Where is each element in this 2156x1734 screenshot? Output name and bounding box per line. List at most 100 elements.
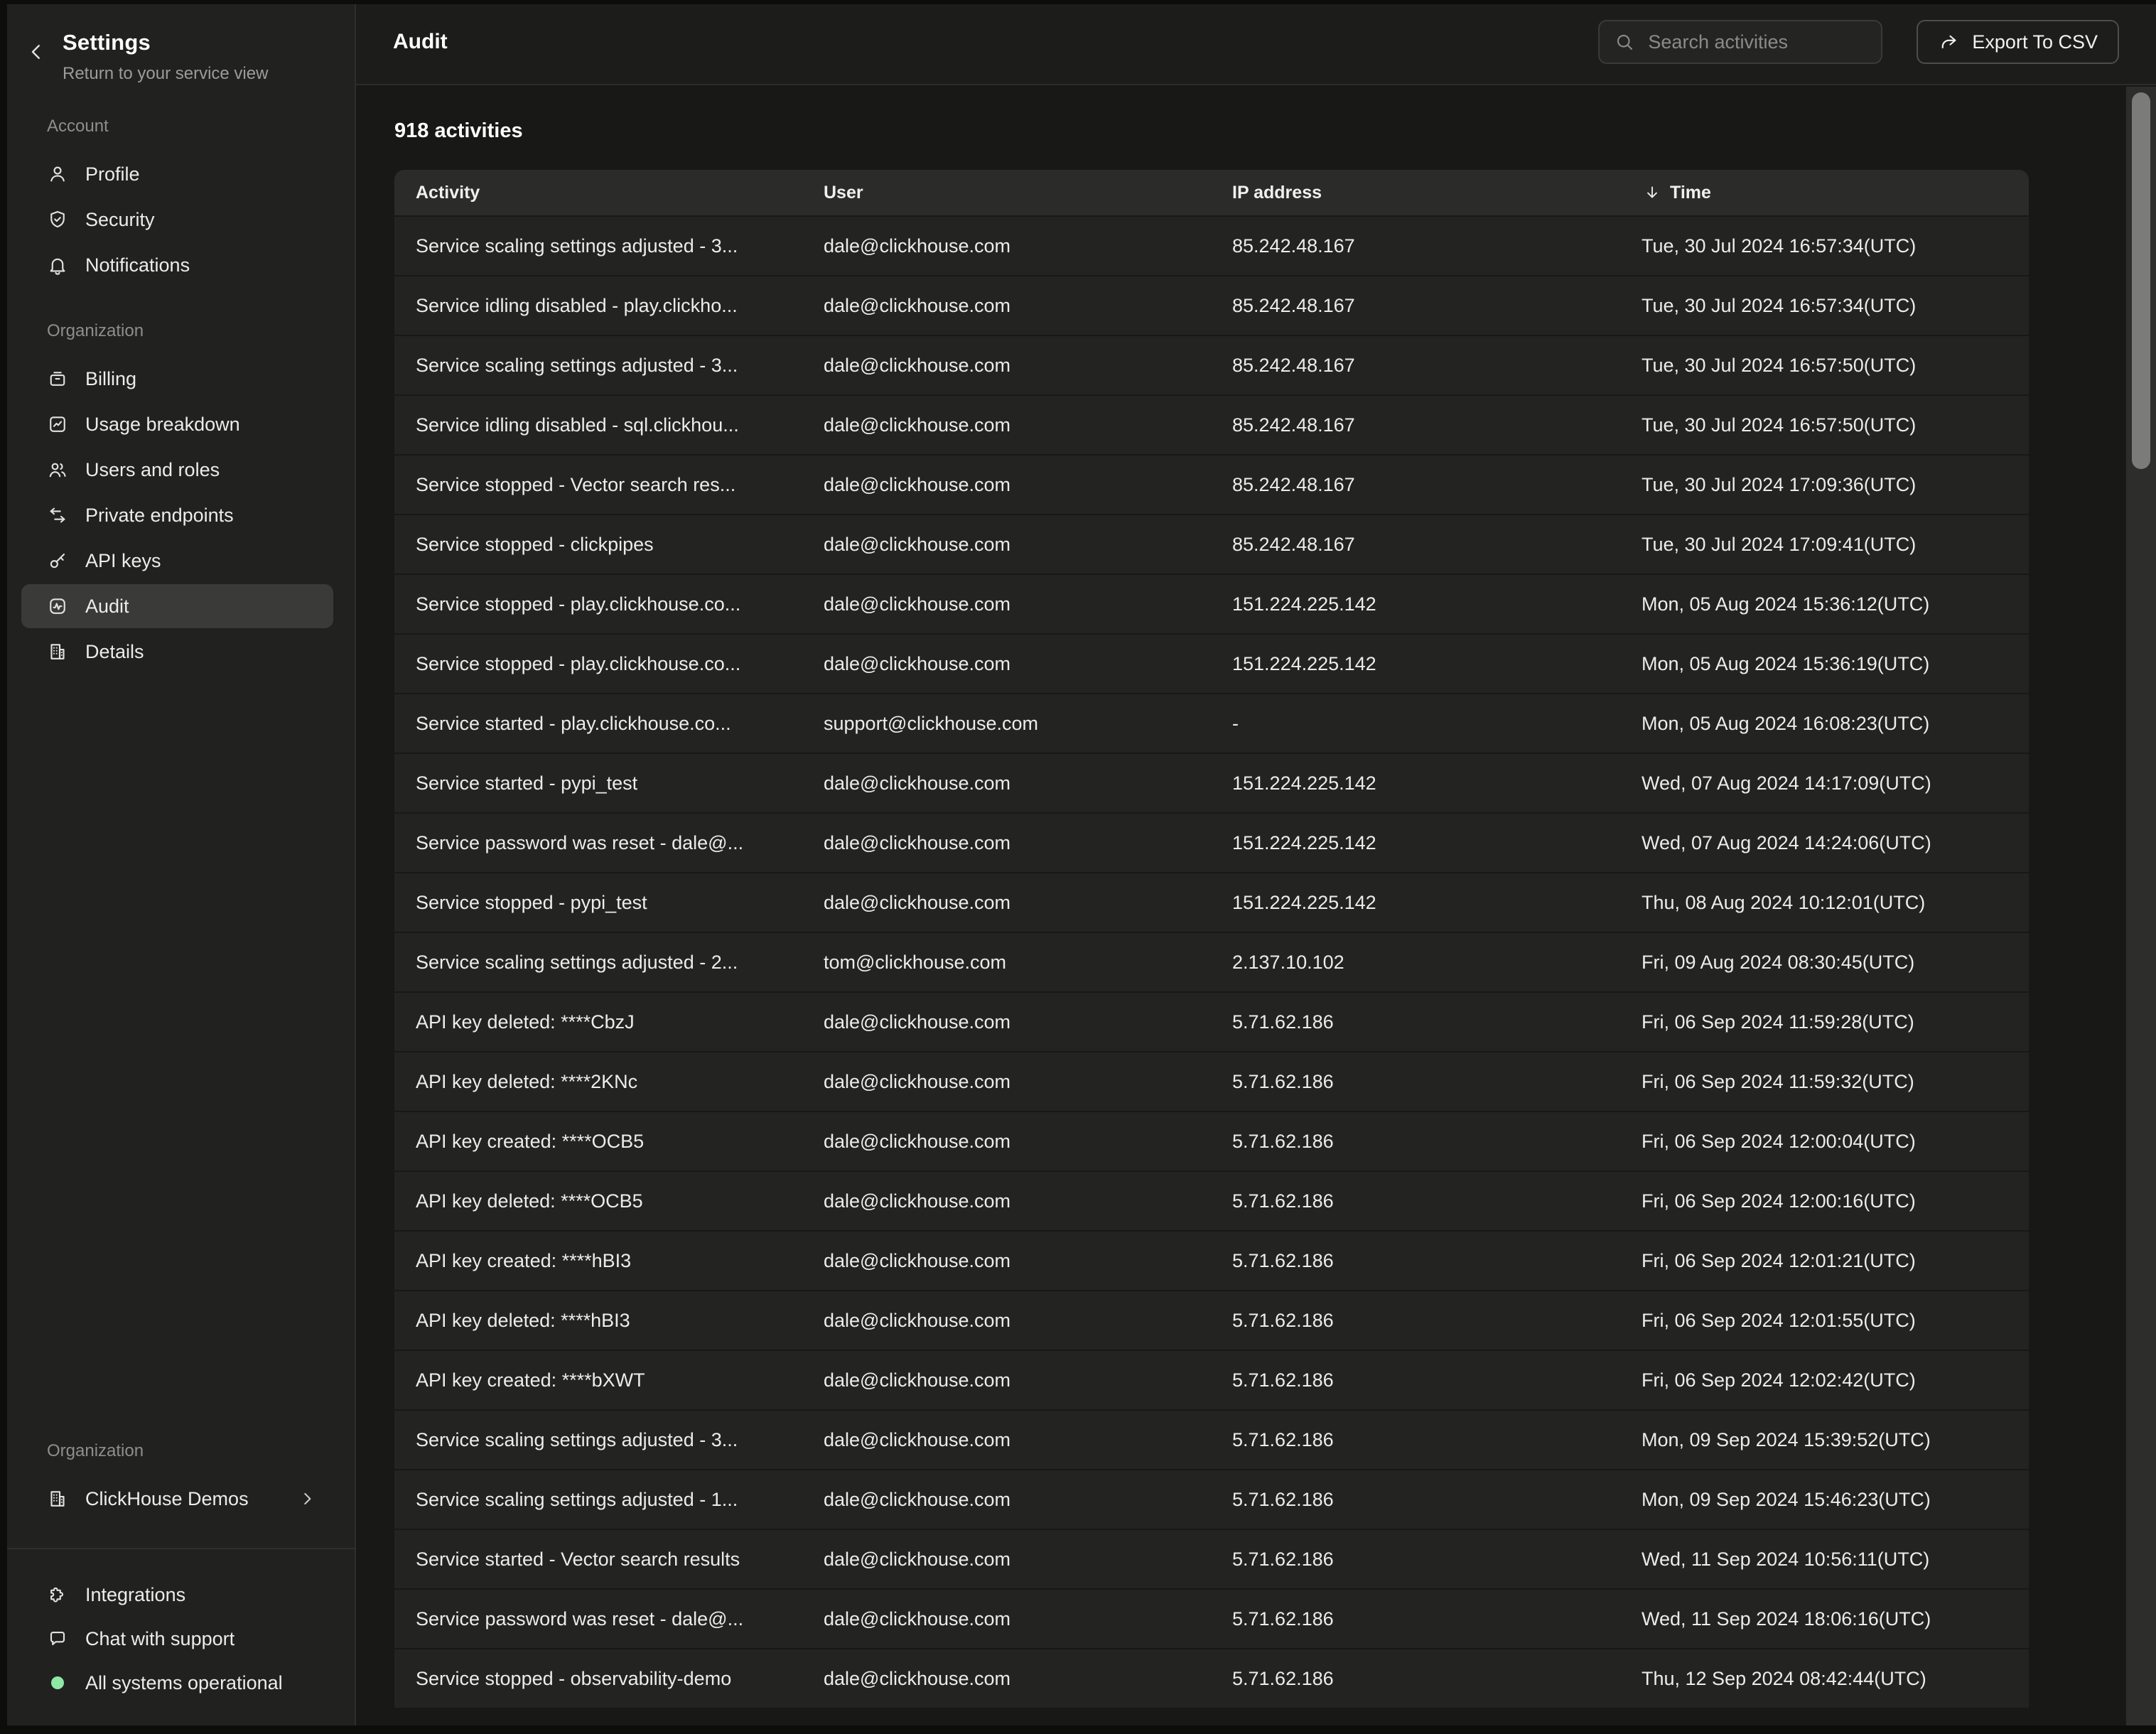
table-body: Service scaling settings adjusted - 3...…	[394, 215, 2029, 1708]
cell-ip-address: -	[1211, 713, 1620, 735]
sidebar-item-users-and-roles[interactable]: Users and roles	[21, 448, 333, 492]
cell-time: Mon, 09 Sep 2024 15:46:23(UTC)	[1620, 1489, 2029, 1511]
sidebar-item-audit[interactable]: Audit	[21, 584, 333, 628]
cell-user: dale@clickhouse.com	[802, 772, 1211, 795]
activities-count: 918 activities	[394, 119, 2156, 143]
table-row: API key deleted: ****hBI3 dale@clickhous…	[394, 1290, 2029, 1350]
cell-user: dale@clickhouse.com	[802, 1429, 1211, 1451]
cell-activity: Service stopped - clickpipes	[394, 534, 802, 556]
cell-user: dale@clickhouse.com	[802, 1250, 1211, 1272]
audit-table: Activity User IP address Time Service s	[394, 170, 2029, 1708]
sidebar-item-billing[interactable]: Billing	[21, 357, 333, 401]
cell-time: Fri, 06 Sep 2024 12:00:04(UTC)	[1620, 1131, 2029, 1153]
sidebar-item-profile[interactable]: Profile	[21, 152, 333, 196]
status-dot	[47, 1672, 68, 1693]
topbar-actions: Export To CSV	[1598, 20, 2119, 64]
sidebar-item-notifications[interactable]: Notifications	[21, 243, 333, 287]
table-row: Service scaling settings adjusted - 3...…	[394, 335, 2029, 394]
cell-user: dale@clickhouse.com	[802, 474, 1211, 496]
cell-ip-address: 5.71.62.186	[1211, 1131, 1620, 1153]
cell-ip-address: 5.71.62.186	[1211, 1011, 1620, 1033]
sidebar-item-clickhouse-demos[interactable]: ClickHouse Demos	[21, 1477, 333, 1521]
cell-ip-address: 151.224.225.142	[1211, 653, 1620, 675]
cell-user: dale@clickhouse.com	[802, 1369, 1211, 1391]
sidebar-item-label: Audit	[85, 596, 129, 618]
search-input[interactable]	[1648, 31, 1867, 53]
users-icon	[47, 459, 68, 480]
cell-time: Fri, 06 Sep 2024 12:01:55(UTC)	[1620, 1310, 2029, 1332]
sidebar-subtitle[interactable]: Return to your service view	[63, 64, 268, 84]
cell-time: Tue, 30 Jul 2024 16:57:50(UTC)	[1620, 414, 2029, 436]
sidebar-item-usage-breakdown[interactable]: Usage breakdown	[21, 402, 333, 446]
cell-time: Tue, 30 Jul 2024 17:09:36(UTC)	[1620, 474, 2029, 496]
system-status-row[interactable]: All systems operational	[21, 1662, 333, 1704]
cell-user: dale@clickhouse.com	[802, 534, 1211, 556]
cell-time: Fri, 06 Sep 2024 12:02:42(UTC)	[1620, 1369, 2029, 1391]
vertical-scrollbar[interactable]	[2126, 87, 2156, 1734]
sidebar-item-security[interactable]: Security	[21, 198, 333, 242]
page-title: Audit	[393, 30, 448, 54]
cell-activity: API key deleted: ****2KNc	[394, 1071, 802, 1093]
building-icon	[47, 1488, 68, 1509]
wallet-icon	[47, 368, 68, 389]
window-edge-top	[0, 0, 2156, 4]
sidebar-item-private-endpoints[interactable]: Private endpoints	[21, 493, 333, 537]
puzzle-icon	[47, 1584, 68, 1605]
cell-time: Tue, 30 Jul 2024 16:57:34(UTC)	[1620, 295, 2029, 317]
cell-ip-address: 151.224.225.142	[1211, 593, 1620, 615]
cell-time: Mon, 05 Aug 2024 16:08:23(UTC)	[1620, 713, 2029, 735]
column-header-user[interactable]: User	[802, 183, 1211, 203]
sidebar-item-details[interactable]: Details	[21, 630, 333, 674]
back-button[interactable]	[26, 41, 51, 67]
search-activities-box[interactable]	[1598, 20, 1882, 64]
export-csv-button[interactable]: Export To CSV	[1917, 20, 2119, 64]
cell-activity: Service started - play.clickhouse.co...	[394, 713, 802, 735]
chart-square-icon	[47, 414, 68, 435]
cell-time: Fri, 06 Sep 2024 12:01:21(UTC)	[1620, 1250, 2029, 1272]
table-row: Service idling disabled - sql.clickhou..…	[394, 394, 2029, 454]
table-row: Service started - pypi_test dale@clickho…	[394, 753, 2029, 812]
table-row: Service stopped - clickpipes dale@clickh…	[394, 514, 2029, 573]
cell-ip-address: 5.71.62.186	[1211, 1489, 1620, 1511]
status-label: All systems operational	[85, 1672, 283, 1694]
column-header-activity[interactable]: Activity	[394, 183, 802, 203]
search-icon	[1614, 31, 1635, 53]
cell-user: dale@clickhouse.com	[802, 892, 1211, 914]
cell-activity: Service started - Vector search results	[394, 1549, 802, 1571]
section-label-organization: Organization	[0, 321, 355, 341]
cell-time: Tue, 30 Jul 2024 16:57:34(UTC)	[1620, 235, 2029, 257]
sidebar-title: Settings	[63, 30, 268, 55]
scrollbar-thumb[interactable]	[2132, 92, 2150, 469]
export-csv-label: Export To CSV	[1972, 31, 2098, 53]
sidebar-item-chat-with-support[interactable]: Chat with support	[21, 1617, 333, 1660]
cell-ip-address: 5.71.62.186	[1211, 1429, 1620, 1451]
cell-user: dale@clickhouse.com	[802, 295, 1211, 317]
cell-time: Tue, 30 Jul 2024 17:09:41(UTC)	[1620, 534, 2029, 556]
main-area: Audit Export To CSV 918 activities	[356, 0, 2156, 1734]
cell-user: dale@clickhouse.com	[802, 1608, 1211, 1630]
cell-activity: Service stopped - play.clickhouse.co...	[394, 593, 802, 615]
chevron-right-icon	[296, 1490, 318, 1508]
arrow-down-icon	[1642, 183, 1663, 202]
sidebar-footer: Integrations Chat with support All syste…	[0, 1548, 355, 1713]
sidebar-item-integrations[interactable]: Integrations	[21, 1573, 333, 1616]
sidebar-item-api-keys[interactable]: API keys	[21, 539, 333, 583]
cell-user: dale@clickhouse.com	[802, 1011, 1211, 1033]
key-icon	[47, 550, 68, 571]
sidebar-item-label: Users and roles	[85, 459, 220, 481]
cell-activity: Service idling disabled - play.clickho..…	[394, 295, 802, 317]
cell-time: Fri, 06 Sep 2024 11:59:32(UTC)	[1620, 1071, 2029, 1093]
cell-user: dale@clickhouse.com	[802, 355, 1211, 377]
column-header-time[interactable]: Time	[1620, 183, 2029, 203]
cell-ip-address: 5.71.62.186	[1211, 1369, 1620, 1391]
window-edge-bottom	[0, 1725, 2156, 1734]
table-row: Service stopped - pypi_test dale@clickho…	[394, 872, 2029, 932]
table-row: Service password was reset - dale@... da…	[394, 812, 2029, 872]
cell-user: dale@clickhouse.com	[802, 1549, 1211, 1571]
audit-content: 918 activities Activity User IP address …	[356, 85, 2156, 1734]
sidebar-titles: Settings Return to your service view	[63, 30, 268, 84]
table-row: Service scaling settings adjusted - 3...…	[394, 1409, 2029, 1469]
org-switcher-nav: ClickHouse Demos	[0, 1477, 355, 1522]
table-row: API key created: ****bXWT dale@clickhous…	[394, 1350, 2029, 1409]
column-header-ip[interactable]: IP address	[1211, 183, 1620, 203]
